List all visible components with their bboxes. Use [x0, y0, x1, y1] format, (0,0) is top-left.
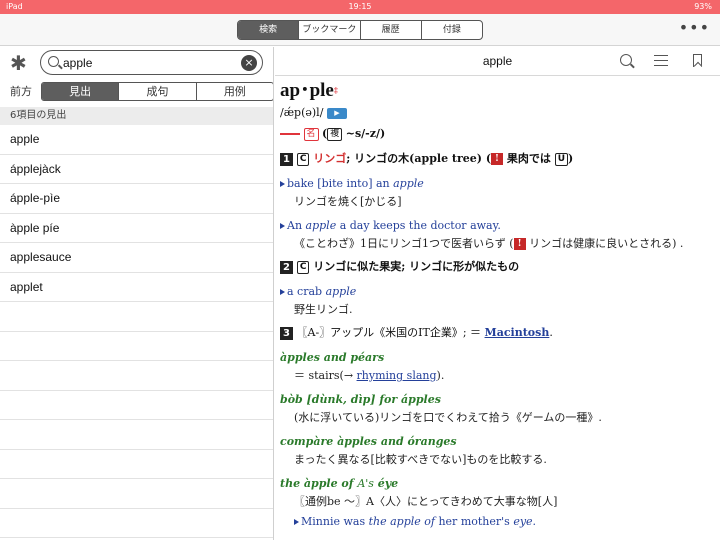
search-mode-row: 前方 見出 成句 用例: [10, 82, 273, 101]
example-triangle-icon: [280, 181, 285, 187]
entry-panel: apple ap･ple‡ /ǽp(ə)l/ ▶ 名 (複 ~s/-z/) 1 …: [275, 47, 720, 540]
entry-content: ap･ple‡ /ǽp(ə)l/ ▶ 名 (複 ~s/-z/) 1 C リンゴ;…: [280, 77, 715, 531]
clear-icon[interactable]: ×: [241, 55, 257, 71]
sense-3: 3 〖A-〗アップル《米国のIT企業》; ＝ Macintosh.: [280, 323, 715, 343]
search-icon: [48, 56, 59, 67]
prefix-match-label[interactable]: 前方: [10, 83, 32, 99]
macintosh-link[interactable]: Macintosh: [485, 326, 550, 339]
play-audio-icon[interactable]: ▶: [326, 107, 347, 119]
wildcard-icon[interactable]: ✱: [10, 51, 27, 75]
mode-example[interactable]: 用例: [197, 83, 273, 100]
example-triangle-icon: [280, 223, 285, 229]
phrase: compàre àpples and óranges まったく異なる[比較すべき…: [280, 435, 547, 466]
empty-row: [0, 361, 273, 391]
importance-mark: ‡: [333, 86, 338, 95]
result-count: 6項目の見出: [0, 107, 273, 125]
result-item[interactable]: àpple píe: [0, 214, 273, 243]
headword: ap･ple‡: [280, 80, 338, 101]
search-panel: ✱ × 前方 見出 成句 用例 6項目の見出 apple ápplejàck á…: [0, 47, 274, 540]
example-triangle-icon: [280, 289, 285, 295]
tab-history[interactable]: 履歴: [361, 21, 422, 39]
status-time: 19:15: [348, 2, 372, 11]
search-box: ×: [40, 50, 263, 75]
noun-badge: 名: [303, 127, 319, 141]
main-tab-segment: 検索 ブックマーク 履歴 付録: [237, 20, 483, 40]
empty-row: [0, 509, 273, 538]
rhyming-slang-link[interactable]: rhyming slang: [357, 369, 437, 382]
pronunciation: /ǽp(ə)l/: [280, 106, 324, 119]
warning-icon: !: [491, 153, 504, 165]
sense-1: 1 C リンゴ; リンゴの木(apple tree) (! 果肉では U): [280, 149, 715, 169]
tab-appendix[interactable]: 付録: [422, 21, 482, 39]
empty-row: [0, 420, 273, 450]
empty-row: [0, 391, 273, 420]
empty-row: [0, 450, 273, 479]
empty-row: [0, 302, 273, 332]
part-of-speech: 名 (複 ~s/-z/): [280, 123, 715, 145]
example: An apple a day keeps the doctor away. 《こ…: [280, 217, 715, 253]
empty-row: [0, 479, 273, 509]
countable-badge: C: [296, 152, 310, 166]
pronunciation-row: /ǽp(ə)l/ ▶: [280, 104, 715, 122]
result-item[interactable]: ápplejàck: [0, 155, 273, 184]
example: a crab apple 野生リンゴ.: [280, 283, 715, 319]
plural-badge: 複: [327, 127, 343, 141]
status-bar: iPad 19:15 93%: [0, 0, 720, 14]
divider: [280, 133, 300, 135]
search-input[interactable]: [63, 54, 233, 71]
result-item[interactable]: ápple-pìe: [0, 184, 273, 214]
phrase: the àpple of A's éye 〖通例be ～〗A〈人〉にとってきわめ…: [280, 477, 558, 528]
bookmark-icon[interactable]: [693, 54, 702, 67]
tab-bookmarks[interactable]: ブックマーク: [299, 21, 361, 39]
result-item[interactable]: apple: [0, 125, 273, 155]
entry-header: apple: [275, 47, 720, 76]
sense-2: 2 C リンゴに似た果実; リンゴに形が似たもの: [280, 257, 715, 277]
result-list: apple ápplejàck ápple-pìe àpple píe appl…: [0, 125, 273, 538]
mode-headword[interactable]: 見出: [42, 83, 120, 100]
example-triangle-icon: [294, 519, 299, 525]
uncountable-badge: U: [554, 152, 569, 166]
example: bake [bite into] an apple リンゴを焼く[かじる]: [280, 175, 715, 211]
mode-idiom[interactable]: 成句: [119, 83, 197, 100]
phrase: bòb [dùnk, dìp] for ápples (水に浮いている)リンゴを…: [280, 393, 602, 424]
result-item[interactable]: applet: [0, 273, 273, 302]
top-toolbar: 検索 ブックマーク 履歴 付録 •••: [0, 14, 720, 46]
tab-search[interactable]: 検索: [238, 21, 300, 39]
battery-level: 93%: [694, 2, 712, 11]
menu-icon[interactable]: [654, 55, 668, 66]
countable-badge: C: [296, 260, 310, 274]
warning-icon: !: [513, 238, 526, 250]
search-mode-segment: 見出 成句 用例: [41, 82, 273, 101]
search-in-entry-icon[interactable]: [620, 54, 632, 66]
phrase: àpples and péars ＝ stairs(→ rhyming slan…: [280, 351, 445, 382]
result-item[interactable]: applesauce: [0, 243, 273, 273]
empty-row: [0, 332, 273, 361]
more-menu-icon[interactable]: •••: [679, 20, 710, 36]
